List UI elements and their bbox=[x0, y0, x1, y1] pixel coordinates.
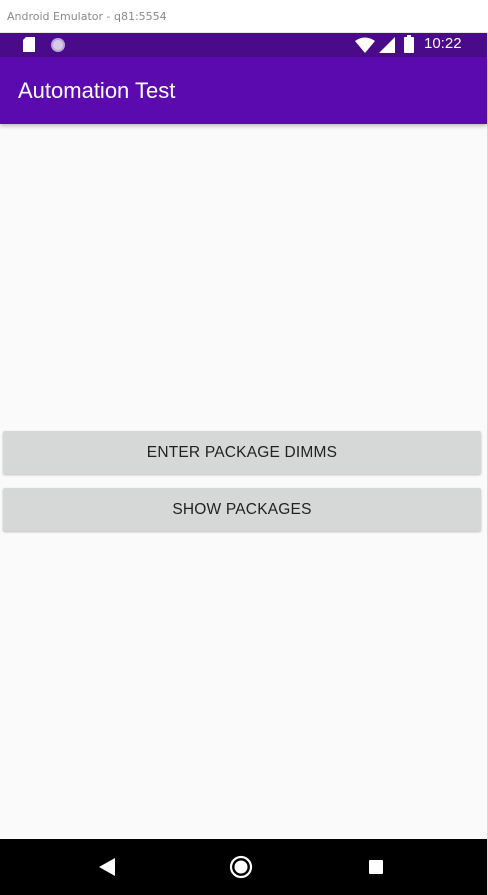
show-packages-button[interactable]: SHOW PACKAGES bbox=[3, 488, 481, 531]
navigation-bar bbox=[0, 839, 487, 895]
home-icon[interactable] bbox=[229, 855, 253, 879]
emulator-title: Android Emulator - q81:5554 bbox=[7, 10, 167, 23]
wifi-icon bbox=[355, 37, 375, 53]
app-title: Automation Test bbox=[18, 78, 176, 103]
battery-icon bbox=[404, 35, 414, 53]
app-bar: Automation Test bbox=[0, 57, 487, 124]
cell-signal-icon bbox=[379, 37, 395, 53]
sd-card-icon bbox=[23, 37, 35, 52]
status-bar: 10:22 bbox=[0, 33, 487, 57]
emulator-title-bar: Android Emulator - q81:5554 bbox=[0, 0, 488, 33]
status-time: 10:22 bbox=[424, 35, 462, 52]
device-screen: 10:22 Automation Test ENTER PACKAGE DIMM… bbox=[0, 33, 488, 895]
emulator-window: Android Emulator - q81:5554 10:22 Automa… bbox=[0, 0, 488, 895]
recents-icon[interactable] bbox=[369, 860, 383, 874]
back-icon[interactable] bbox=[99, 858, 115, 876]
enter-package-dimms-button[interactable]: ENTER PACKAGE DIMMS bbox=[3, 431, 481, 474]
sync-circle-icon bbox=[51, 38, 65, 52]
